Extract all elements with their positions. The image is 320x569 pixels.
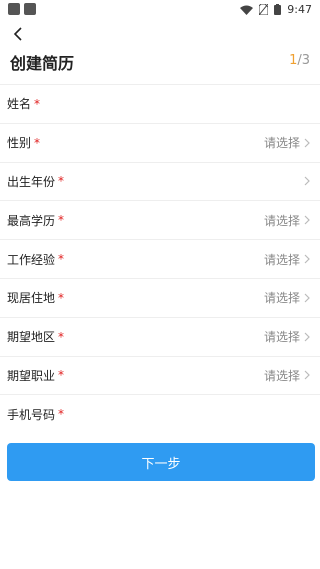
- required-mark: *: [58, 290, 65, 305]
- field-label: 最高学历: [7, 213, 56, 228]
- field-value: 请选择: [263, 368, 300, 383]
- nav-bar: [0, 20, 320, 46]
- next-step-button[interactable]: 下一步: [7, 443, 315, 481]
- page-title: 创建简历: [10, 54, 75, 73]
- field-value: 请选择: [263, 136, 300, 151]
- step-total: /3: [297, 53, 310, 68]
- education-field[interactable]: 最高学历 * 请选择: [0, 200, 320, 239]
- no-sim-icon: [259, 4, 269, 15]
- app-square-icon: [8, 3, 20, 15]
- chevron-right-icon: [304, 138, 310, 148]
- field-label: 姓名: [7, 97, 32, 112]
- required-mark: *: [58, 368, 65, 383]
- chevron-right-icon: [304, 293, 310, 303]
- wifi-icon: [240, 5, 254, 15]
- chevron-left-icon: [13, 27, 22, 41]
- field-value: 请选择: [263, 213, 300, 228]
- name-field[interactable]: 姓名 *: [0, 84, 320, 123]
- chevron-right-icon: [304, 371, 310, 380]
- chevron-right-icon: [304, 215, 310, 225]
- desired-region-field[interactable]: 期望地区 * 请选择: [0, 316, 320, 356]
- field-label: 工作经验: [7, 252, 56, 267]
- resume-form: 姓名 * 性别 * 请选择 出生年份 * 最高学历 * 请选择 工作经验 * 请选择 现居…: [0, 84, 320, 433]
- field-label: 手机号码: [7, 407, 56, 422]
- status-bar: 9:47: [0, 0, 320, 20]
- required-mark: *: [34, 96, 41, 111]
- residence-field[interactable]: 现居住地 * 请选择: [0, 277, 320, 317]
- battery-icon: [274, 4, 282, 15]
- desired-job-field[interactable]: 期望职业 * 请选择: [0, 355, 320, 395]
- required-mark: *: [58, 407, 65, 422]
- clock: 9:47: [287, 3, 312, 16]
- chevron-right-icon: [304, 332, 310, 342]
- required-mark: *: [34, 135, 41, 150]
- field-label: 期望职业: [7, 368, 56, 383]
- phone-field[interactable]: 手机号码 *: [0, 394, 320, 433]
- birth-year-field[interactable]: 出生年份 *: [0, 161, 320, 201]
- required-mark: *: [58, 329, 65, 344]
- field-label: 出生年份: [7, 174, 56, 189]
- field-label: 现居住地: [7, 291, 56, 306]
- step-indicator: 1/3: [289, 53, 310, 68]
- notification-icons: [8, 3, 36, 15]
- field-value: 请选择: [263, 252, 300, 267]
- field-label: 性别: [7, 136, 32, 151]
- field-value: 请选择: [263, 330, 300, 345]
- field-value: 请选择: [263, 291, 300, 306]
- required-mark: *: [58, 252, 65, 267]
- app-square-icon: [24, 3, 36, 15]
- system-icons: 9:47: [240, 3, 312, 16]
- chevron-right-icon: [304, 177, 310, 186]
- required-mark: *: [58, 213, 65, 228]
- field-label: 期望地区: [7, 330, 56, 345]
- required-mark: *: [58, 174, 65, 189]
- work-experience-field[interactable]: 工作经验 * 请选择: [0, 239, 320, 278]
- chevron-right-icon: [304, 254, 310, 264]
- gender-field[interactable]: 性别 * 请选择: [0, 122, 320, 162]
- title-row: 创建简历 1/3: [0, 46, 320, 82]
- back-button[interactable]: [6, 22, 30, 46]
